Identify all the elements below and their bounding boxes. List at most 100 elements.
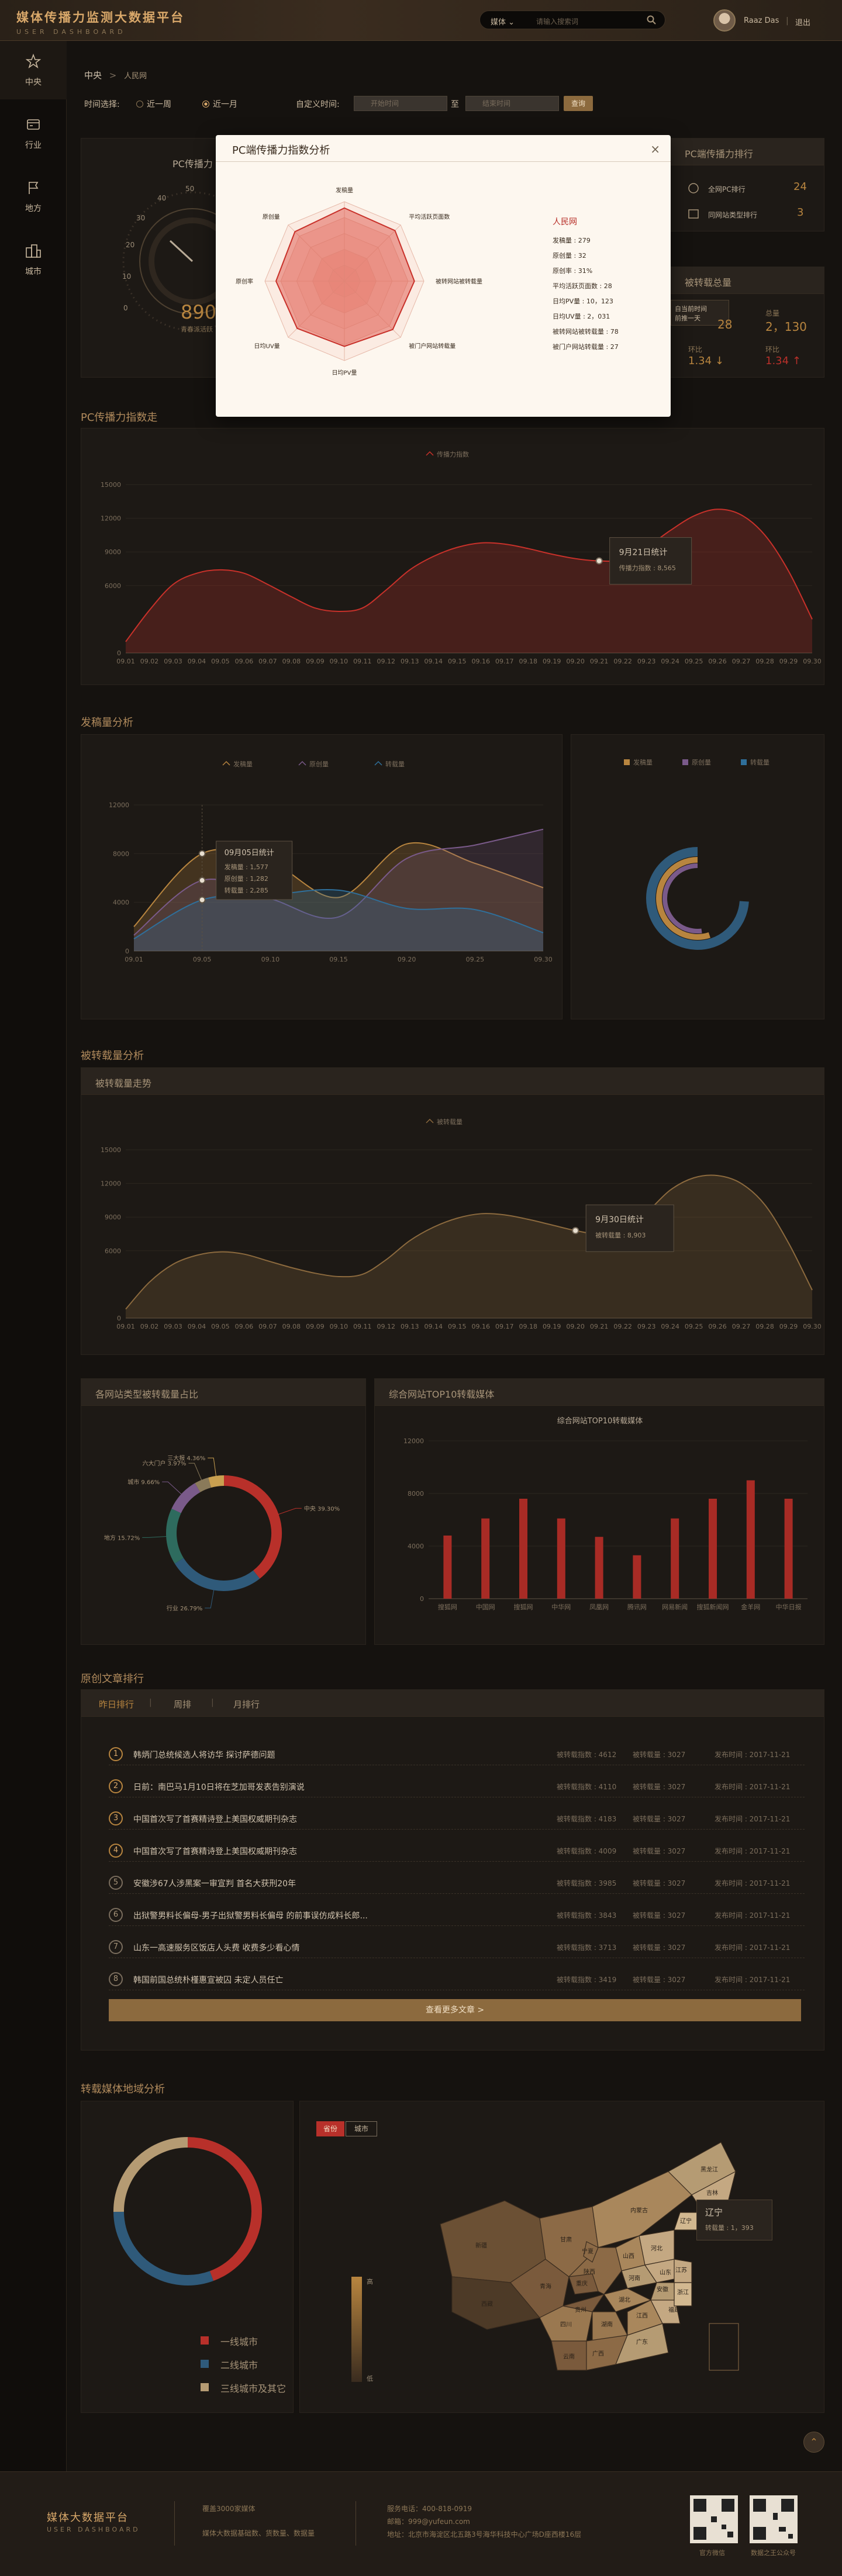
y-tick-label: 12000 [109,801,129,809]
map-label: 辽宁 [680,2217,692,2225]
end-date-input[interactable]: 结束时间 [465,96,559,111]
south-sea-inset [709,2323,739,2371]
avatar[interactable] [713,9,736,32]
chart-legend: 传播力指数 [426,450,469,458]
search-type-select[interactable]: 媒体 ⌄ [491,16,515,27]
breadcrumb-root[interactable]: 中央 [84,70,102,81]
legend-label: 三线城市及其它 [220,2383,287,2394]
x-tick-label: 09.21 [590,658,609,665]
map-label: 河南 [629,2274,640,2282]
radar-chart: 发稿量平均活跃页面数被转网站被转载量被门户网站转载量日均PV量 日均UV量 原创率 原… [236,186,482,376]
ranking-title: PC端传播力排行 [685,148,753,160]
x-tick-label: 金羊网 [741,1603,760,1611]
radio-week[interactable]: 近一周 [136,98,171,110]
article-date: 发布时间 : 2017-11-21 [715,1783,791,1791]
map-label: 新疆 [475,2242,487,2249]
list-item[interactable]: 1 韩炳门总统候选人将访华 探讨萨德问题 被转载指数 : 4612 被转载量 : 30… [109,1742,805,1765]
y-tick-label: 0 [117,1315,121,1322]
start-date-input[interactable]: 开始时间 [354,96,447,111]
tab-week[interactable]: 周排 [174,1698,191,1710]
article-title[interactable]: 韩炳门总统候选人将访华 探讨萨德问题 [133,1749,275,1761]
map-tooltip: 辽宁 转载量 : 1，393 [696,2200,772,2240]
radio-month[interactable]: 近一月 [202,98,237,110]
highlight-point [198,896,206,904]
list-item[interactable]: 7 山东一高速服务区饭店人头费 收费多少看心情 被转载指数 : 3713 被转载量 :… [109,1935,805,1958]
star-icon [25,53,42,69]
article-count: 被转载量 : 3027 [633,1976,686,1984]
tab-month[interactable]: 月排行 [233,1698,260,1710]
logout-link[interactable]: 退出 [795,16,810,27]
article-index: 被转载指数 : 3843 [557,1911,617,1920]
article-title[interactable]: 安徽涉67人涉黑案一审宣判 首名大获刑20年 [133,1877,296,1889]
rank-badge: 8 [109,1972,123,1986]
rank-badge: 2 [109,1779,123,1793]
list-item[interactable]: 3 中国首次写了首赛精诗登上美国权威期刊杂志 被转载指数 : 4183 被转载量 : … [109,1806,805,1830]
x-tick-label: 搜狐网 [438,1603,457,1611]
repost-col2-pct-value: 1.34 [765,355,789,367]
x-tick-label: 09.05 [211,1323,230,1330]
highlight-point [198,850,206,857]
legend-swatch [201,2360,209,2368]
tab-yesterday[interactable]: 昨日排行 [99,1698,134,1710]
article-title[interactable]: 韩国前国总统朴槿惠宣被囚 未定人员任亡 [133,1974,283,1986]
search-icon[interactable] [646,15,657,25]
radar-axis-label: 原创率 [236,278,253,285]
slice-leader [142,1536,167,1538]
sidebar-item-central[interactable]: 中央 [0,41,67,99]
repost-col2-sub: 环比 [765,345,780,354]
slice-leader [208,1457,217,1477]
qr-code-icon [750,2495,798,2543]
chart-title: 综合网站TOP10转载媒体 [557,1417,643,1426]
sidebar-item-local[interactable]: 地方 [0,167,67,226]
gauge-caption: 青春派活跃 [181,326,213,333]
article-date: 发布时间 : 2017-11-21 [715,1879,791,1887]
x-tick-label: 09.22 [613,658,632,665]
publish-ring-chart: 发稿量 原创量 转载量 [624,758,769,950]
scale-low: 低 [367,2375,373,2383]
ring-arc [662,863,702,933]
back-to-top-icon[interactable]: ⌃ [803,2432,824,2453]
list-item[interactable]: 8 韩国前国总统朴槿惠宣被囚 未定人员任亡 被转载指数 : 3419 被转载量 : 3… [109,1967,805,1990]
ranking-panel: PC端传播力排行 全网PC排行 24 同网站类型排行 3 [670,138,824,231]
x-tick-label: 中国网 [476,1603,495,1611]
x-tick-label: 09.15 [448,1323,467,1330]
series-area [126,509,812,653]
more-articles-button[interactable]: 查看更多文章 > [109,1999,801,2021]
sidebar-item-city[interactable]: 城市 [0,230,67,289]
article-title[interactable]: 出狱警男料长偏母-男子出狱警男料长偏母 的前事误仿成料长郎... [133,1910,368,1921]
modal-stat: 原创量 : 32 [553,252,586,260]
article-title[interactable]: 中国首次写了首赛精诗登上美国权威期刊杂志 [133,1813,297,1825]
article-title[interactable]: 日前：南巴马1月10日将在芝加哥发表告别演说 [133,1781,305,1793]
tab-province[interactable]: 省份 [316,2121,344,2136]
arrow-up-icon: ↑ [792,355,801,367]
ranking-row2-value: 3 [797,206,804,219]
search-input[interactable]: 请输入搜索词 [536,16,578,26]
x-tick-label: 搜狐网 [514,1603,533,1611]
donut-slice [195,1477,212,1493]
close-icon[interactable]: × [650,142,660,156]
article-title[interactable]: 山东一高速服务区饭店人头费 收费多少看心情 [133,1942,299,1953]
query-button[interactable]: 查询 [564,96,593,111]
x-tick-label: 09.02 [140,1323,159,1330]
list-item[interactable]: 4 中国首次写了首赛精诗登上美国权威期刊杂志 被转载指数 : 4009 被转载量 : … [109,1838,805,1862]
x-tick-label: 网易新闻 [662,1603,688,1611]
list-item[interactable]: 2 日前：南巴马1月10日将在芝加哥发表告别演说 被转载指数 : 4110 被转载量 … [109,1774,805,1797]
highlight-point [572,1227,579,1235]
donut-slice [223,1475,282,1579]
list-item[interactable]: 5 安徽涉67人涉黑案一审宣判 首名大获刑20年 被转载指数 : 3985 被转载量 … [109,1870,805,1894]
list-item[interactable]: 6 出狱警男料长偏母-男子出狱警男料长偏母 的前事误仿成料长郎... 被转载指数 :… [109,1903,805,1926]
x-tick-label: 搜狐新闻网 [697,1603,729,1611]
section-title-region: 转载媒体地域分析 [81,2083,165,2096]
china-map[interactable]: 新疆西藏青海甘肃四川云南内蒙古黑龙江吉林辽宁河北山西陕西河南山东湖北湖南广西广东… [417,2136,744,2388]
articles-tabs [81,1690,824,1717]
map-label: 重庆 [576,2280,588,2287]
footer-c1-l2: 媒体大数据基础数、货数量、数据量 [202,2529,315,2537]
tab-city[interactable]: 城市 [346,2121,377,2136]
article-count: 被转载量 : 3027 [633,1944,686,1952]
article-title[interactable]: 中国首次写了首赛精诗登上美国权威期刊杂志 [133,1845,297,1857]
x-tick-label: 09.15 [448,658,467,665]
repost-panel: 被转载总量 自当前时间 前推一天 28 环比 1.34 ↓ 总量 2，130 环… [670,267,824,378]
x-tick-label: 09.20 [566,1323,585,1330]
legend-marker [222,760,230,766]
sidebar-item-industry[interactable]: 行业 [0,104,67,162]
